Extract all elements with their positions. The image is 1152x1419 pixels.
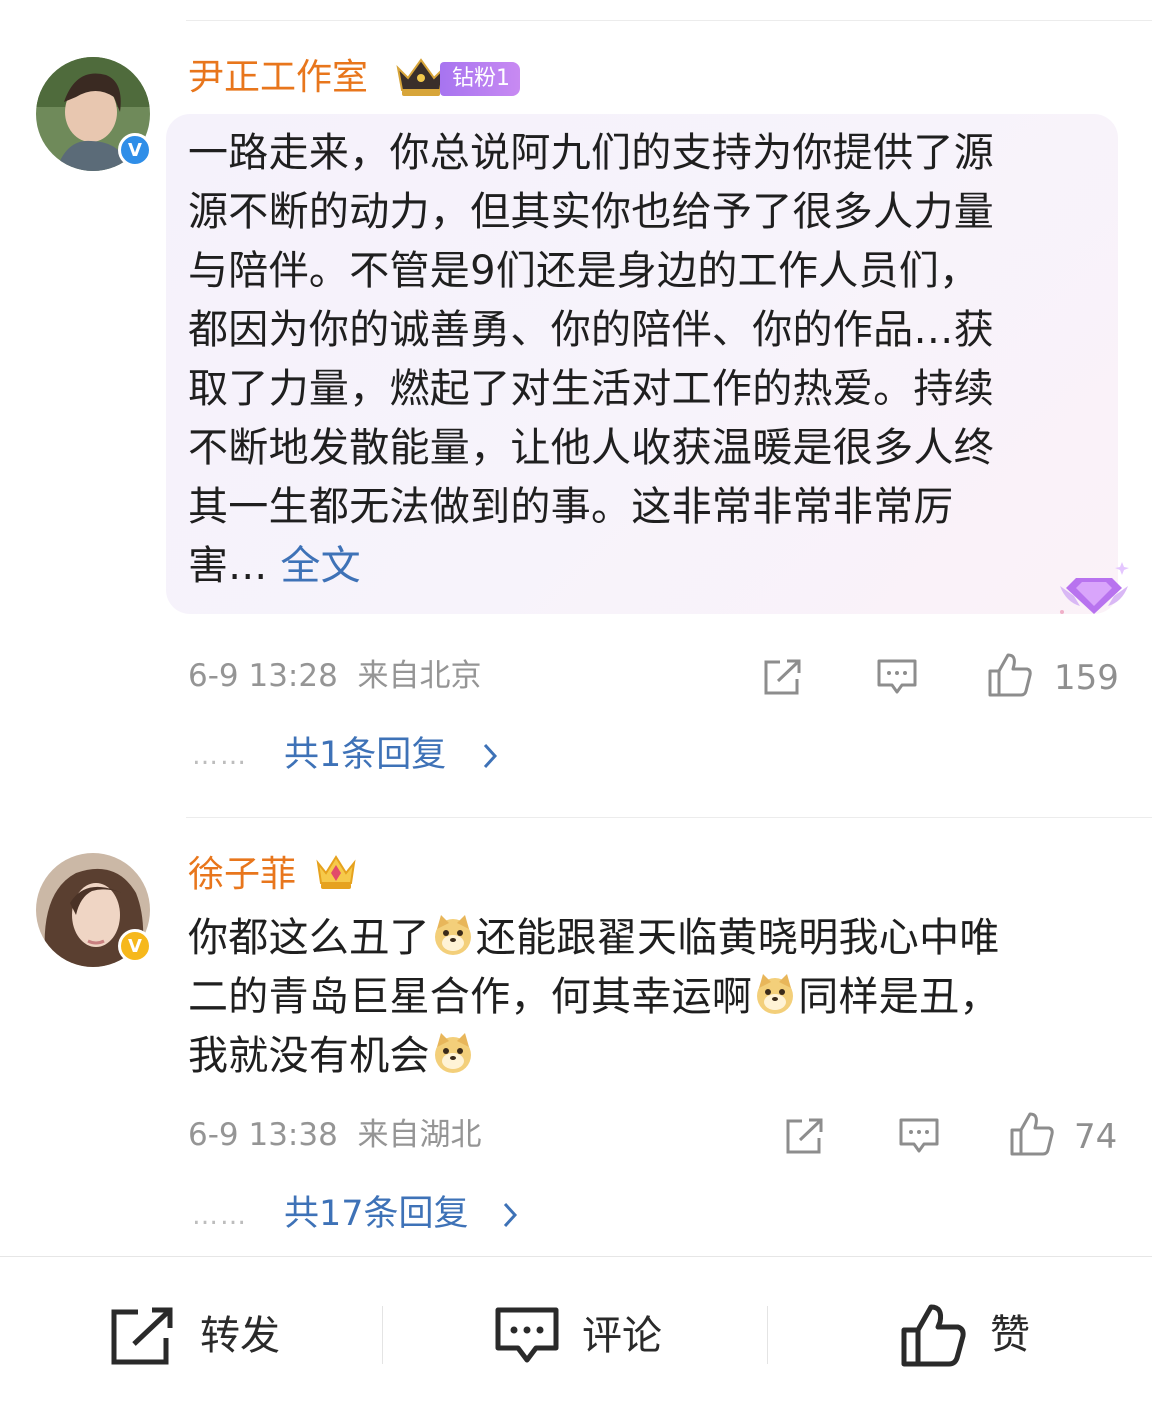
- comment-fragment: 还能跟翟天临黄晓明我心中唯: [475, 915, 1000, 961]
- comment-line: 你都这么丑了 还能跟翟天临黄晓明我心中唯: [188, 909, 1000, 968]
- username[interactable]: 徐子菲: [188, 857, 296, 893]
- diamond-fan-icon: [1060, 562, 1129, 614]
- comment-fragment: 我就没有机会: [188, 1033, 430, 1079]
- comment-icon: [495, 1307, 559, 1363]
- like-icon[interactable]: [986, 651, 1034, 699]
- username[interactable]: 尹正工作室: [188, 60, 368, 96]
- location: 来自北京: [357, 658, 482, 694]
- timestamp: 6-9 13:38: [188, 1117, 338, 1153]
- like-count: 74: [1074, 1117, 1118, 1157]
- comment-line-last: 害... 全文: [188, 537, 994, 596]
- chevron-right-icon[interactable]: [502, 1201, 518, 1229]
- like-label: 赞: [990, 1312, 1030, 1358]
- comment-divider: [186, 817, 1152, 818]
- location: 来自湖北: [357, 1117, 482, 1153]
- view-replies-link[interactable]: 共1条回复: [284, 738, 446, 773]
- like-icon: [901, 1304, 966, 1367]
- comment-line: 与陪伴。不管是9们还是身边的工作人员们，: [188, 248, 980, 294]
- comment-text[interactable]: 你都这么丑了 还能跟翟天临黄晓明我心中唯 二的青岛巨星合作，何其幸运啊 同样是丑， …: [188, 909, 1000, 1086]
- fan-badge: 钻粉1: [440, 62, 520, 96]
- comment-line: 其一生都无法做到的事。这非常非常非常厉: [188, 484, 954, 530]
- like-icon[interactable]: [1008, 1110, 1056, 1158]
- comment-fragment: 同样是丑，: [798, 974, 1000, 1020]
- doge-emoji-icon: [757, 974, 794, 1014]
- repost-label: 转发: [200, 1313, 280, 1359]
- comment-fragment: 你都这么丑了: [188, 915, 430, 961]
- comment-text[interactable]: 一路走来，你总说阿九们的支持为你提供了源 源不断的动力，但其实你也给予了很多人力…: [188, 124, 994, 596]
- chevron-right-icon[interactable]: [482, 742, 498, 770]
- share-icon[interactable]: [762, 657, 804, 697]
- avatar[interactable]: V: [36, 853, 152, 967]
- reply-count-label: 共1条回复: [284, 735, 447, 775]
- comment-line: 都因为你的诚善勇、你的陪伴、你的作品…获: [188, 307, 994, 353]
- comment-button[interactable]: 评论: [494, 1304, 662, 1368]
- like-button[interactable]: 赞: [900, 1302, 1030, 1368]
- comment-line-text: 害...: [188, 543, 268, 589]
- timestamp: 6-9 13:28: [188, 658, 338, 694]
- repost-button[interactable]: 转发: [108, 1306, 280, 1366]
- toolbar-separator: [767, 1306, 768, 1364]
- comment-line: 源不断的动力，但其实你也给予了很多人力量: [188, 189, 994, 235]
- comment-line: 取了力量，燃起了对生活对工作的热爱。持续: [188, 366, 994, 412]
- reply-dots: ……: [192, 1201, 248, 1231]
- share-icon[interactable]: [784, 1116, 826, 1156]
- toolbar-separator: [382, 1306, 383, 1364]
- reply-dots: ……: [192, 741, 248, 771]
- avatar[interactable]: V: [36, 57, 152, 171]
- comment-line: 二的青岛巨星合作，何其幸运啊 同样是丑，: [188, 968, 1000, 1027]
- view-replies-link[interactable]: 共17条回复: [284, 1197, 469, 1232]
- comment-icon[interactable]: [898, 1116, 940, 1156]
- doge-emoji-icon: [434, 915, 471, 955]
- comment-line: 我就没有机会: [188, 1027, 1000, 1086]
- reply-count-label: 共17条回复: [284, 1194, 469, 1234]
- comment-fragment: 二的青岛巨星合作，何其幸运啊: [188, 974, 753, 1020]
- doge-emoji-icon: [434, 1033, 471, 1073]
- comment-meta: 6-9 13:38 来自湖北: [188, 1120, 482, 1151]
- verified-icon: V: [118, 133, 152, 167]
- comment-line: 不断地发散能量，让他人收获温暖是很多人终: [188, 425, 994, 471]
- comment-meta: 6-9 13:28 来自北京: [188, 661, 482, 692]
- toolbar-divider: [0, 1256, 1152, 1257]
- verified-icon: V: [118, 929, 152, 963]
- top-divider: [186, 20, 1152, 21]
- crown-icon: [316, 855, 356, 889]
- comment-line: 一路走来，你总说阿九们的支持为你提供了源: [188, 130, 994, 176]
- like-count: 159: [1054, 658, 1119, 698]
- read-more-link[interactable]: 全文: [280, 543, 361, 589]
- comment-label: 评论: [582, 1313, 662, 1359]
- comment-icon[interactable]: [876, 657, 918, 697]
- share-icon: [111, 1307, 173, 1365]
